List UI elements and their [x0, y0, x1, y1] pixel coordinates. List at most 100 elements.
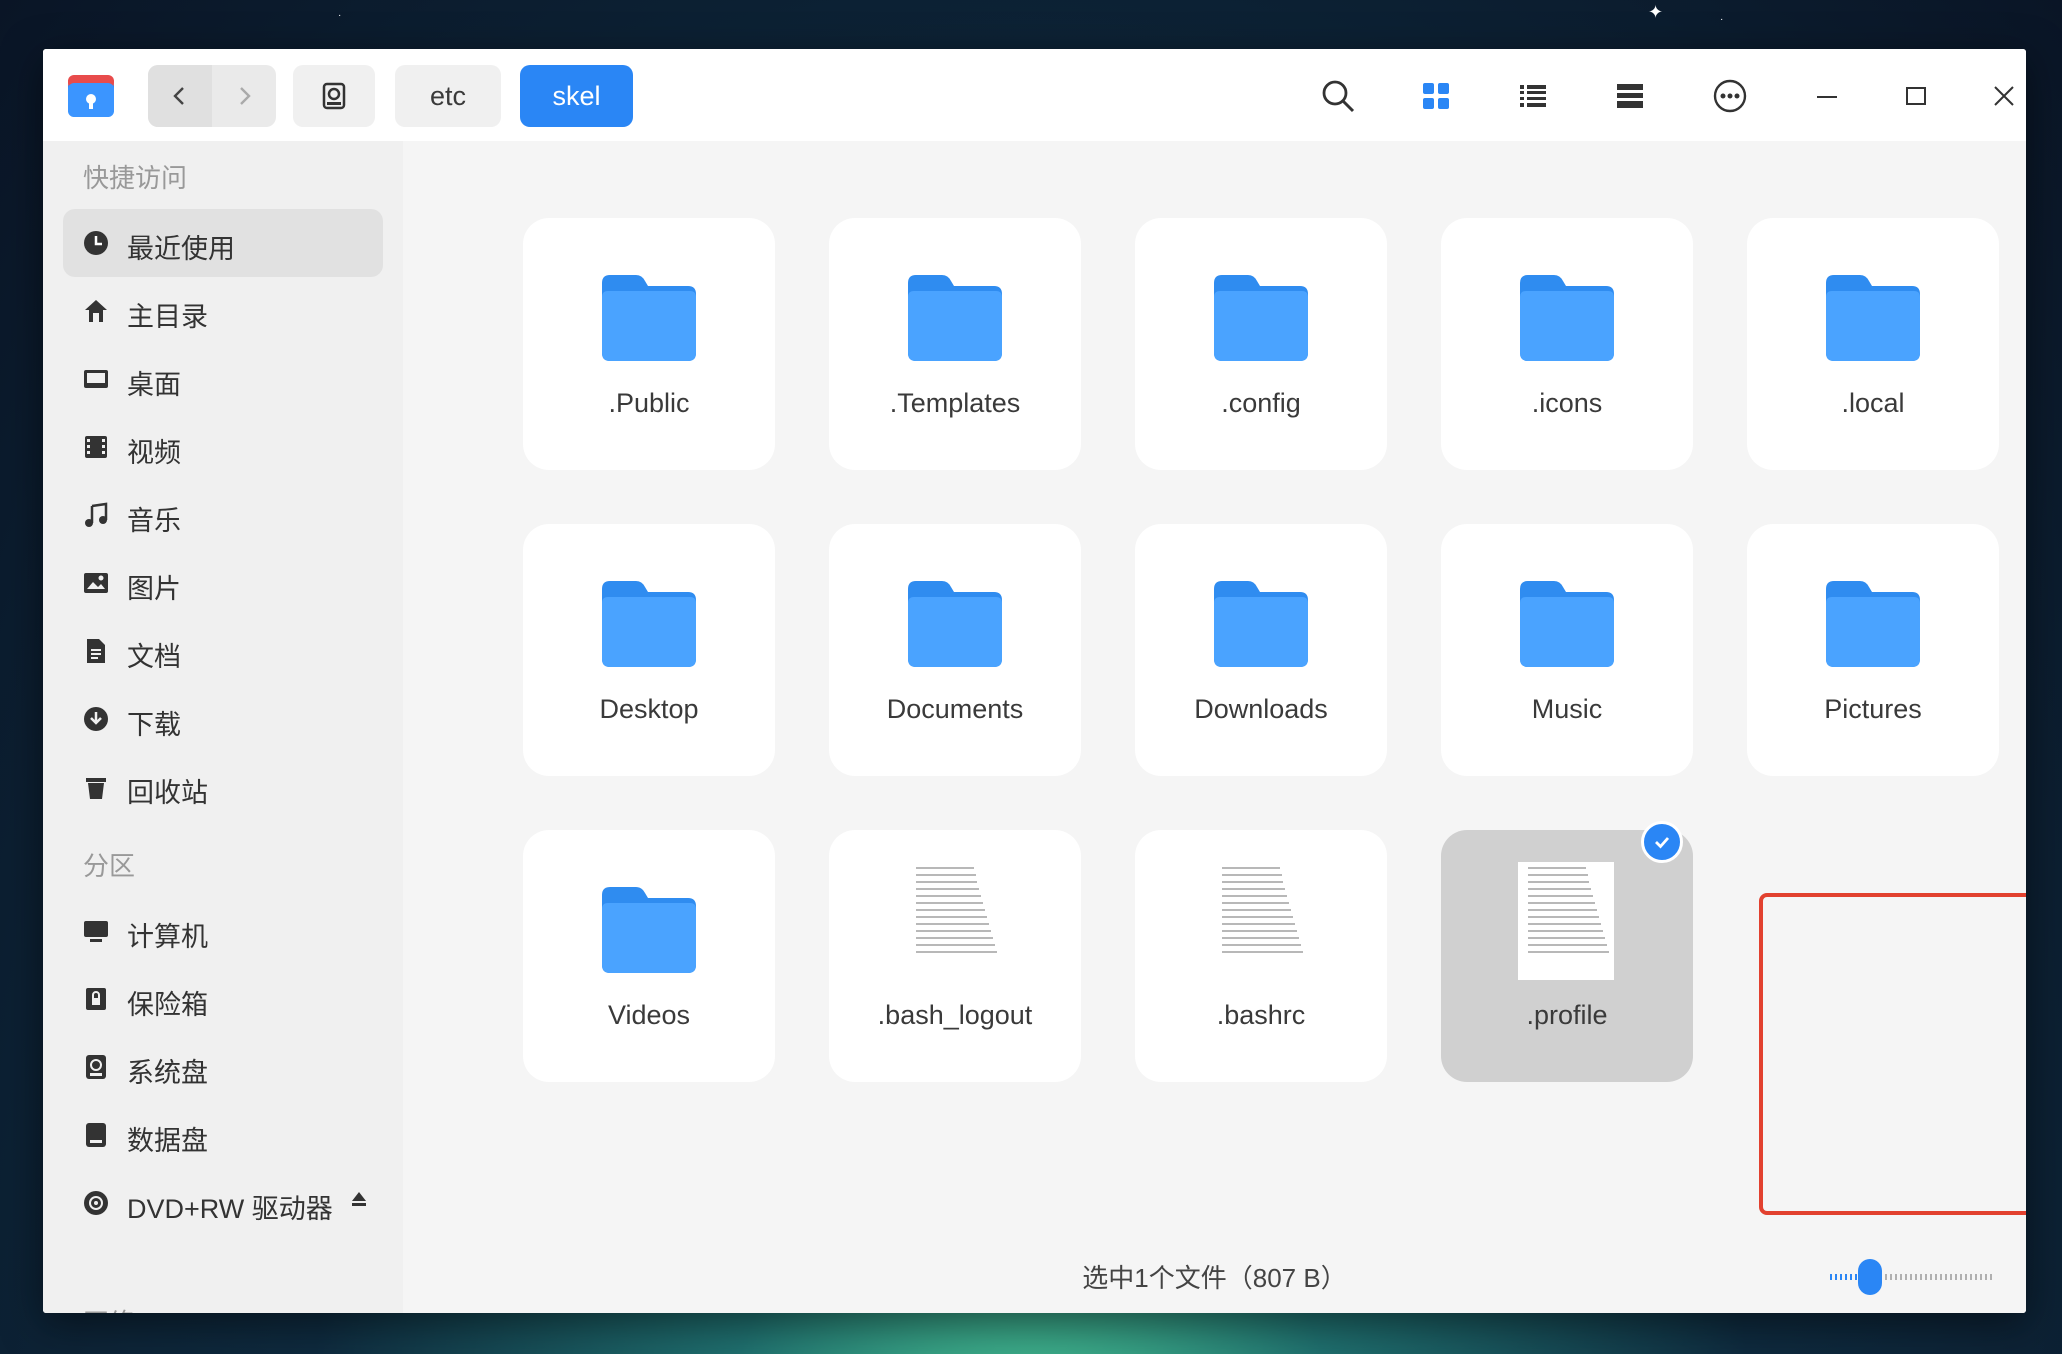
sidebar-item-pictures[interactable]: 图片 — [63, 549, 383, 617]
file-item[interactable]: .Public — [523, 218, 775, 470]
file-item[interactable]: Videos — [523, 830, 775, 1082]
text-file-thumbnail — [1212, 862, 1308, 980]
file-item[interactable]: Desktop — [523, 524, 775, 776]
file-name: Pictures — [1824, 694, 1922, 724]
chevron-left-icon — [173, 87, 184, 105]
file-item[interactable]: Pictures — [1747, 524, 1999, 776]
file-name: .profile — [1526, 1000, 1608, 1030]
file-name: Music — [1531, 694, 1603, 724]
titlebar: etc skel — [43, 49, 2026, 141]
sidebar-item-label: 文档 — [127, 642, 181, 672]
search-icon — [1322, 80, 1355, 113]
sidebar-item-documents[interactable]: 文档 — [63, 617, 383, 685]
sidebar: 快捷访问 最近使用 主目录 桌面 视频 音乐 图片 文档 下载 回收站 分区 计… — [43, 141, 403, 1313]
folder-icon — [1826, 275, 1920, 361]
sidebar-item-label: 图片 — [127, 574, 181, 604]
star: · — [338, 10, 342, 21]
breadcrumb-root-disk[interactable] — [293, 65, 375, 127]
folder-icon — [602, 887, 696, 973]
back-button[interactable] — [148, 65, 212, 127]
sidebar-item-dvd-drive[interactable]: DVD+RW 驱动器 — [63, 1169, 383, 1237]
close-icon — [1994, 86, 2014, 106]
breadcrumb-skel[interactable]: skel — [520, 65, 633, 127]
file-item[interactable]: Music — [1441, 524, 1693, 776]
sidebar-item-recent[interactable]: 最近使用 — [63, 209, 383, 277]
file-item[interactable]: .bash_logout — [829, 830, 1081, 1082]
file-name: .bash_logout — [877, 1000, 1033, 1030]
maximize-icon — [1906, 87, 1926, 105]
sidebar-item-desktop[interactable]: 桌面 — [63, 345, 383, 413]
network-title: 网络 — [83, 1303, 135, 1313]
tree-view-button[interactable] — [1605, 71, 1655, 121]
computer-icon — [84, 921, 108, 942]
list-view-button[interactable] — [1508, 71, 1558, 121]
file-name: Videos — [607, 1000, 691, 1030]
folder-icon — [908, 581, 1002, 667]
file-item[interactable]: .profile — [1441, 821, 1693, 1082]
file-name: .config — [1221, 388, 1301, 418]
grid-view-icon — [1423, 83, 1449, 109]
close-button[interactable] — [1979, 71, 2026, 121]
breadcrumb-etc[interactable]: etc — [395, 65, 501, 127]
more-options-button[interactable] — [1705, 71, 1755, 121]
chevron-right-icon — [240, 87, 251, 105]
file-name: Desktop — [599, 694, 699, 724]
star: · — [1720, 14, 1724, 25]
sidebar-item-label: 最近使用 — [127, 234, 235, 264]
sidebar-item-label: 桌面 — [127, 370, 181, 400]
music-note-icon — [85, 502, 108, 527]
sidebar-item-home[interactable]: 主目录 — [63, 277, 383, 345]
file-manager-window: etc skel 快捷访问 最近使用 主目录 桌面 视频 音乐 图片 文档 下载… — [43, 49, 2026, 1313]
sidebar-item-data-disk[interactable]: 数据盘 — [63, 1101, 383, 1169]
sidebar-item-label: 视频 — [127, 438, 181, 468]
sidebar-item-label: 音乐 — [127, 506, 181, 536]
sidebar-item-label: 保险箱 — [127, 990, 208, 1020]
quick-access-title: 快捷访问 — [83, 163, 188, 193]
selection-highlight — [1759, 893, 2026, 1215]
icon-view-button[interactable] — [1411, 71, 1461, 121]
file-item[interactable]: .local — [1747, 218, 1999, 470]
sidebar-item-computer[interactable]: 计算机 — [63, 897, 383, 965]
folder-icon — [1214, 581, 1308, 667]
search-button[interactable] — [1313, 71, 1363, 121]
document-icon — [87, 639, 105, 663]
sidebar-item-vault[interactable]: 保险箱 — [63, 965, 383, 1033]
image-icon — [84, 573, 108, 593]
sidebar-item-music[interactable]: 音乐 — [63, 481, 383, 549]
folder-icon — [908, 275, 1002, 361]
file-item[interactable]: .bashrc — [1135, 830, 1387, 1082]
file-name: .Public — [608, 388, 690, 418]
desktop-icon — [84, 370, 108, 388]
sidebar-item-system-disk[interactable]: 系统盘 — [63, 1033, 383, 1101]
sidebar-item-trash[interactable]: 回收站 — [63, 753, 383, 821]
eject-icon[interactable] — [349, 1189, 369, 1209]
maximize-button[interactable] — [1891, 71, 1941, 121]
file-item[interactable]: .Templates — [829, 218, 1081, 470]
file-name: .local — [1841, 388, 1905, 418]
file-item[interactable]: Documents — [829, 524, 1081, 776]
folder-icon — [1214, 275, 1308, 361]
navigation-buttons — [148, 65, 276, 127]
forward-button[interactable] — [212, 65, 276, 127]
zoom-slider[interactable] — [1826, 1255, 1996, 1299]
film-icon — [85, 436, 107, 458]
checkmark-icon — [1641, 821, 1683, 863]
minimize-button[interactable] — [1802, 71, 1852, 121]
file-manager-logo-icon — [68, 75, 114, 117]
file-item[interactable]: Downloads — [1135, 524, 1387, 776]
file-name: .bashrc — [1216, 1000, 1306, 1030]
file-name: Downloads — [1194, 694, 1328, 724]
download-icon — [84, 707, 108, 731]
sidebar-item-videos[interactable]: 视频 — [63, 413, 383, 481]
file-grid: .Public .Templates .config .icons .local Desk… — [403, 141, 2026, 1313]
file-name: .Templates — [889, 388, 1021, 418]
folder-icon — [1520, 581, 1614, 667]
file-item[interactable]: .icons — [1441, 218, 1693, 470]
sidebar-item-label: 系统盘 — [127, 1058, 208, 1088]
file-item[interactable]: .config — [1135, 218, 1387, 470]
sidebar-item-downloads[interactable]: 下载 — [63, 685, 383, 753]
text-file-thumbnail — [1518, 862, 1614, 980]
clock-icon — [84, 231, 108, 255]
sidebar-item-label: 回收站 — [127, 778, 208, 808]
sidebar-item-label: DVD+RW 驱动器 — [127, 1194, 333, 1224]
